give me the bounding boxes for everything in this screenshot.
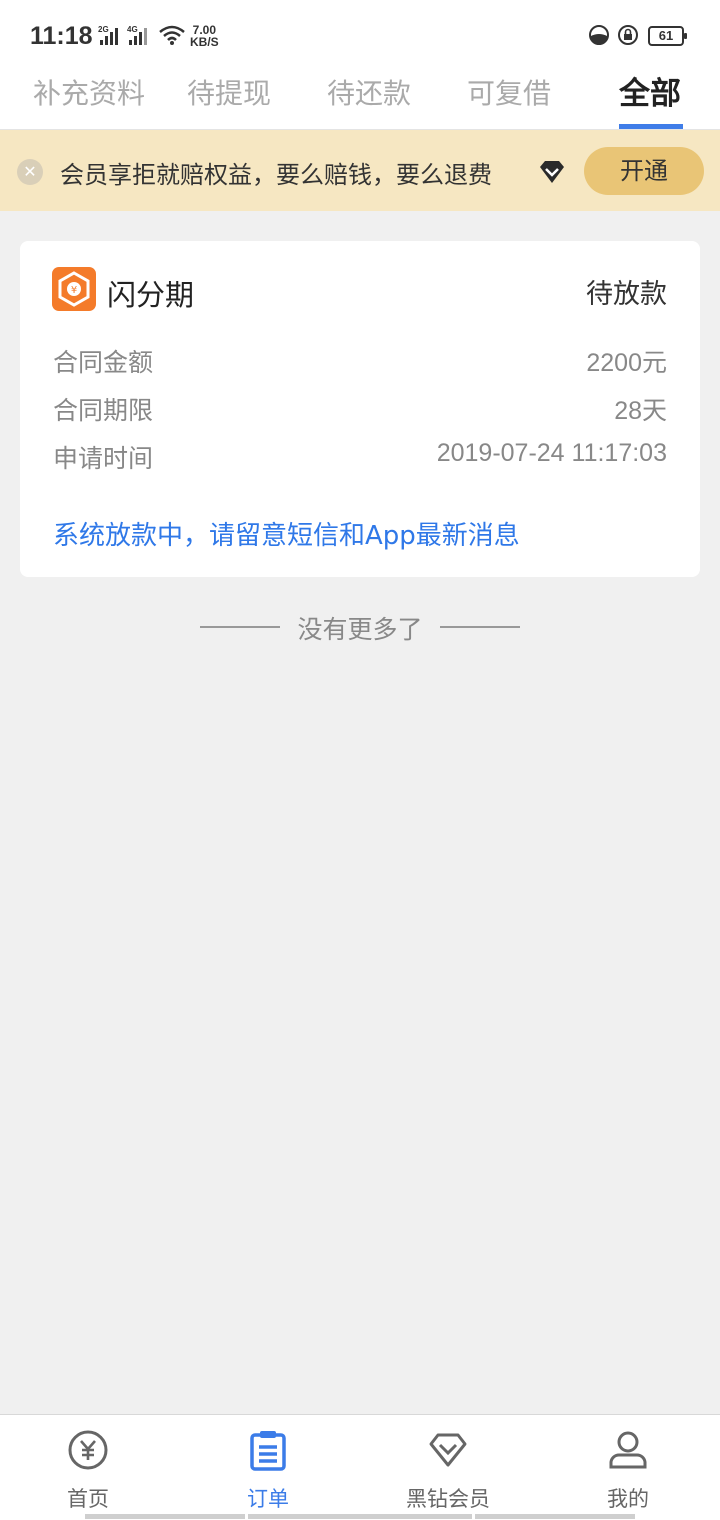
svg-text:¥: ¥ <box>71 285 77 296</box>
status-bar: 11:18 2G 4G 7.00 KB/S 61 <box>0 0 720 70</box>
no-more-text: 没有更多了 <box>297 615 423 644</box>
close-icon[interactable]: ✕ <box>17 159 43 185</box>
wifi-icon <box>158 24 186 50</box>
bottom-nav: 首页 订单 黑钻会员 我的 <box>0 1414 720 1520</box>
contract-amount-value: 2200元 <box>586 349 667 377</box>
order-tabs: 补充资料 待提现 待还款 可复借 全部 <box>0 70 720 130</box>
nav-home-label: 首页 <box>67 1487 109 1511</box>
signal-4g-icon: 4G <box>127 24 153 50</box>
apply-time-label: 申请时间 <box>53 444 154 473</box>
nav-mine[interactable]: 我的 <box>538 1415 718 1520</box>
signal-2g-icon: 2G <box>98 24 124 50</box>
nav-mine-label: 我的 <box>607 1487 649 1511</box>
rotation-lock-icon <box>617 24 639 50</box>
order-status: 待放款 <box>586 279 667 310</box>
yen-circle-icon <box>67 1429 109 1471</box>
diamond-icon <box>427 1429 469 1471</box>
battery-indicator: 61 <box>648 26 687 46</box>
status-time: 11:18 <box>30 22 93 50</box>
black-diamond-icon <box>536 158 568 190</box>
gesture-bar-segment <box>85 1514 245 1519</box>
nav-black-diamond-label: 黑钻会员 <box>406 1487 490 1511</box>
apply-time-value: 2019-07-24 11:17:03 <box>436 439 667 467</box>
contract-amount-label: 合同金额 <box>53 348 154 377</box>
gesture-bar-segment <box>475 1514 635 1519</box>
end-of-list: 没有更多了 <box>200 610 520 644</box>
net1-label: 2G <box>98 25 109 34</box>
tab-supplement-info[interactable]: 补充资料 <box>33 76 145 120</box>
active-tab-indicator <box>619 124 683 129</box>
tab-pending-withdraw[interactable]: 待提现 <box>187 76 271 120</box>
contract-term-value: 28天 <box>614 397 667 425</box>
tab-reborrow[interactable]: 可复借 <box>467 76 551 120</box>
activate-button[interactable]: 开通 <box>584 147 704 195</box>
disbursement-notice: 系统放款中，请留意短信和App最新消息 <box>53 521 520 551</box>
nav-black-diamond[interactable]: 黑钻会员 <box>358 1415 538 1520</box>
nav-home[interactable]: 首页 <box>0 1415 178 1520</box>
shanfenqi-logo-icon: ¥ <box>52 267 96 311</box>
nav-orders-label: 订单 <box>247 1487 289 1511</box>
nav-orders[interactable]: 订单 <box>178 1415 358 1520</box>
gesture-bar-segment <box>248 1514 472 1519</box>
product-name: 闪分期 <box>107 278 195 312</box>
net2-label: 4G <box>127 25 138 34</box>
network-speed: 7.00 KB/S <box>190 24 219 48</box>
data-saver-icon <box>588 24 610 50</box>
tab-pending-repay[interactable]: 待还款 <box>327 76 411 120</box>
banner-text: 会员享拒就赔权益，要么赔钱，要么退费 <box>60 161 492 189</box>
tab-all[interactable]: 全部 <box>619 76 681 120</box>
speed-unit: KB/S <box>190 35 219 49</box>
contract-term-label: 合同期限 <box>53 396 154 425</box>
user-icon <box>607 1429 649 1471</box>
clipboard-icon <box>247 1429 289 1471</box>
divider-right <box>440 626 520 628</box>
